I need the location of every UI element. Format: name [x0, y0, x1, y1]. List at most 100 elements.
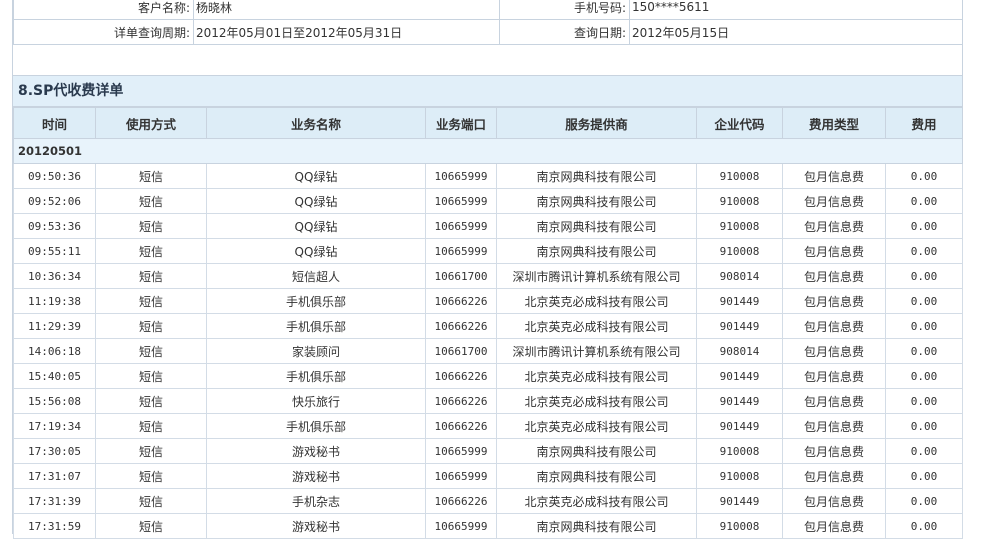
table-row: 17:30:05 短信 游戏秘书 10665999 南京网典科技有限公司 910008 包月… [13, 438, 963, 464]
cell-fee: 0.00 [885, 263, 963, 289]
cell-fee-type: 包月信息费 [782, 238, 886, 264]
cell-enterprise-code: 901449 [696, 488, 783, 514]
phone-number-value: 150****5611 [629, 0, 963, 20]
cell-time: 10:36:34 [13, 263, 96, 289]
cell-service-name: QQ绿钻 [206, 163, 426, 189]
cell-fee-type: 包月信息费 [782, 438, 886, 464]
date-group-row: 20120501 [13, 138, 963, 164]
cell-usage-method: 短信 [95, 438, 207, 464]
cell-fee-type: 包月信息费 [782, 488, 886, 514]
cell-enterprise-code: 901449 [696, 288, 783, 314]
cell-service-port: 10665999 [425, 213, 497, 239]
cell-usage-method: 短信 [95, 463, 207, 489]
cell-enterprise-code: 901449 [696, 388, 783, 414]
cell-usage-method: 短信 [95, 313, 207, 339]
cell-service-name: 手机俱乐部 [206, 288, 426, 314]
table-row: 17:31:59 短信 游戏秘书 10665999 南京网典科技有限公司 910008 包月… [13, 513, 963, 539]
cell-usage-method: 短信 [95, 213, 207, 239]
cell-fee-type: 包月信息费 [782, 263, 886, 289]
cell-usage-method: 短信 [95, 163, 207, 189]
customer-info-row: 客户名称: 杨晓林 手机号码: 150****5611 [13, 0, 963, 20]
cell-usage-method: 短信 [95, 513, 207, 539]
cell-service-port: 10666226 [425, 288, 497, 314]
cell-service-port: 10666226 [425, 488, 497, 514]
table-row: 11:19:38 短信 手机俱乐部 10666226 北京英克必成科技有限公司 90144… [13, 288, 963, 314]
cell-fee: 0.00 [885, 488, 963, 514]
cell-service-port: 10665999 [425, 188, 497, 214]
cell-usage-method: 短信 [95, 413, 207, 439]
cell-fee-type: 包月信息费 [782, 363, 886, 389]
table-row: 09:50:36 短信 QQ绿钻 10665999 南京网典科技有限公司 910008 包月… [13, 163, 963, 189]
cell-fee-type: 包月信息费 [782, 188, 886, 214]
cell-provider: 南京网典科技有限公司 [496, 463, 697, 489]
cell-fee: 0.00 [885, 388, 963, 414]
cell-usage-method: 短信 [95, 338, 207, 364]
table-row: 17:31:07 短信 游戏秘书 10665999 南京网典科技有限公司 910008 包月… [13, 463, 963, 489]
column-header-provider: 服务提供商 [496, 107, 697, 139]
cell-time: 17:30:05 [13, 438, 96, 464]
query-period-row: 详单查询周期: 2012年05月01日至2012年05月31日 查询日期: 20… [13, 19, 963, 45]
cell-enterprise-code: 910008 [696, 213, 783, 239]
cell-time: 14:06:18 [13, 338, 96, 364]
cell-service-name: 手机俱乐部 [206, 413, 426, 439]
cell-enterprise-code: 901449 [696, 363, 783, 389]
customer-name-value: 杨晓林 [193, 0, 500, 20]
query-date-value: 2012年05月15日 [629, 19, 963, 45]
table-row: 17:19:34 短信 手机俱乐部 10666226 北京英克必成科技有限公司 90144… [13, 413, 963, 439]
cell-fee-type: 包月信息费 [782, 513, 886, 539]
cell-fee-type: 包月信息费 [782, 463, 886, 489]
cell-usage-method: 短信 [95, 388, 207, 414]
cell-provider: 深圳市腾讯计算机系统有限公司 [496, 338, 697, 364]
cell-enterprise-code: 908014 [696, 338, 783, 364]
section-title: 8.SP代收费详单 [13, 76, 962, 107]
cell-time: 09:53:36 [13, 213, 96, 239]
cell-service-port: 10661700 [425, 263, 497, 289]
cell-provider: 南京网典科技有限公司 [496, 238, 697, 264]
cell-provider: 南京网典科技有限公司 [496, 188, 697, 214]
column-header-fee: 费用 [885, 107, 963, 139]
cell-time: 17:19:34 [13, 413, 96, 439]
cell-time: 17:31:07 [13, 463, 96, 489]
cell-time: 09:50:36 [13, 163, 96, 189]
cell-service-port: 10665999 [425, 163, 497, 189]
table-row: 17:31:39 短信 手机杂志 10666226 北京英克必成科技有限公司 901449… [13, 488, 963, 514]
date-group-label: 20120501 [13, 138, 963, 164]
cell-service-name: 游戏秘书 [206, 513, 426, 539]
cell-provider: 北京英克必成科技有限公司 [496, 363, 697, 389]
column-header-enterprise-code: 企业代码 [696, 107, 783, 139]
cell-service-port: 10665999 [425, 463, 497, 489]
cell-time: 09:52:06 [13, 188, 96, 214]
bill-detail-panel: 客户名称: 杨晓林 手机号码: 150****5611 详单查询周期: 2012… [12, 0, 963, 539]
cell-fee: 0.00 [885, 238, 963, 264]
cell-service-port: 10666226 [425, 413, 497, 439]
cell-fee-type: 包月信息费 [782, 288, 886, 314]
cell-service-name: QQ绿钻 [206, 188, 426, 214]
table-row: 09:53:36 短信 QQ绿钻 10665999 南京网典科技有限公司 910008 包月… [13, 213, 963, 239]
cell-service-name: 游戏秘书 [206, 438, 426, 464]
cell-time: 09:55:11 [13, 238, 96, 264]
cell-service-port: 10666226 [425, 363, 497, 389]
cell-fee: 0.00 [885, 188, 963, 214]
cell-usage-method: 短信 [95, 263, 207, 289]
cell-service-port: 10665999 [425, 513, 497, 539]
table-row: 11:29:39 短信 手机俱乐部 10666226 北京英克必成科技有限公司 90144… [13, 313, 963, 339]
cell-enterprise-code: 901449 [696, 313, 783, 339]
cell-service-name: 手机俱乐部 [206, 313, 426, 339]
cell-enterprise-code: 908014 [696, 263, 783, 289]
cell-service-name: 家装顾问 [206, 338, 426, 364]
cell-fee-type: 包月信息费 [782, 163, 886, 189]
cell-fee-type: 包月信息费 [782, 313, 886, 339]
cell-fee: 0.00 [885, 213, 963, 239]
column-header-fee-type: 费用类型 [782, 107, 886, 139]
cell-enterprise-code: 910008 [696, 238, 783, 264]
customer-name-label: 客户名称: [13, 0, 194, 20]
table-row: 10:36:34 短信 短信超人 10661700 深圳市腾讯计算机系统有限公司 9080… [13, 263, 963, 289]
column-header-service-port: 业务端口 [425, 107, 497, 139]
cell-service-name: 游戏秘书 [206, 463, 426, 489]
cell-provider: 深圳市腾讯计算机系统有限公司 [496, 263, 697, 289]
query-date-label: 查询日期: [499, 19, 630, 45]
cell-usage-method: 短信 [95, 238, 207, 264]
table-row: 15:40:05 短信 手机俱乐部 10666226 北京英克必成科技有限公司 90144… [13, 363, 963, 389]
cell-usage-method: 短信 [95, 488, 207, 514]
cell-fee: 0.00 [885, 363, 963, 389]
